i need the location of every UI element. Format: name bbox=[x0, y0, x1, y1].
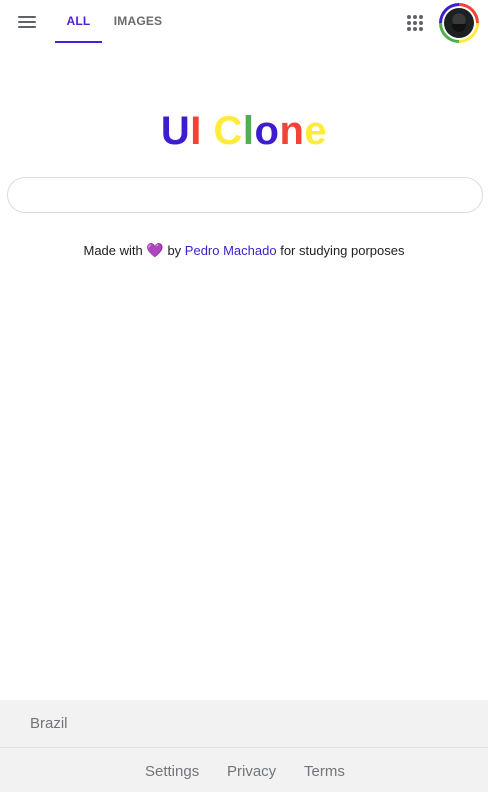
credit-by: by bbox=[167, 243, 182, 258]
footer-link-privacy[interactable]: Privacy bbox=[227, 763, 276, 780]
footer-country-bar: Brazil bbox=[0, 700, 488, 748]
top-bar: ALL IMAGES bbox=[0, 0, 488, 46]
user-avatar[interactable] bbox=[439, 3, 479, 43]
tab-images[interactable]: IMAGES bbox=[108, 0, 168, 43]
search-box bbox=[7, 177, 483, 213]
logo-letter: l bbox=[242, 109, 255, 153]
footer-links-bar: Settings Privacy Terms bbox=[0, 748, 488, 792]
logo-letter: C bbox=[213, 109, 243, 153]
credit-line: Made with 💜 by Pedro Machado for studyin… bbox=[0, 242, 488, 259]
logo-space bbox=[202, 108, 214, 154]
search-home-page: ALL IMAGES UI Clone Made with 💜 by Pedro… bbox=[0, 0, 488, 792]
footer-link-settings[interactable]: Settings bbox=[145, 763, 199, 780]
tab-all[interactable]: ALL bbox=[55, 0, 102, 43]
footer-link-terms[interactable]: Terms bbox=[304, 763, 345, 780]
logo-letter: e bbox=[304, 109, 328, 153]
logo-letter: n bbox=[279, 109, 305, 153]
logo-letter: I bbox=[190, 109, 202, 153]
search-input[interactable] bbox=[8, 178, 482, 212]
hamburger-menu-icon[interactable] bbox=[16, 15, 38, 31]
apps-grid-icon[interactable] bbox=[406, 14, 424, 32]
app-logo: UI Clone bbox=[0, 108, 488, 154]
logo-letter: U bbox=[160, 109, 191, 153]
avatar-ring-gap bbox=[442, 6, 476, 40]
credit-prefix: Made with bbox=[83, 243, 143, 258]
heart-icon: 💜 bbox=[146, 242, 164, 258]
footer-country: Brazil bbox=[30, 715, 68, 732]
credit-suffix: for studying porposes bbox=[280, 243, 405, 258]
author-link[interactable]: Pedro Machado bbox=[185, 243, 277, 258]
logo-letter: o bbox=[254, 109, 280, 153]
avatar-photo bbox=[444, 8, 474, 38]
